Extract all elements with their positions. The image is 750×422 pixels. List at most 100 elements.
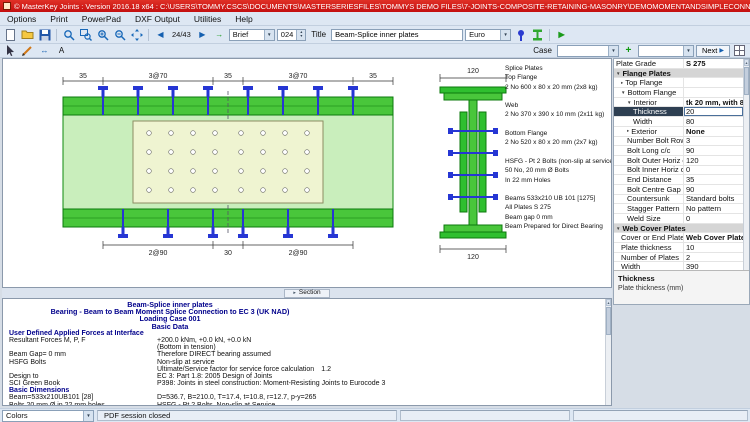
property-row-width[interactable]: Width 80 xyxy=(614,117,743,127)
add-case-icon[interactable]: + xyxy=(621,44,636,57)
property-value[interactable]: No pattern xyxy=(684,204,743,213)
currency-combo[interactable]: Euro ▼ xyxy=(465,28,512,41)
zoom-window-icon[interactable] xyxy=(78,28,93,41)
scroll-thumb[interactable] xyxy=(606,307,611,335)
property-row-thickness-selected[interactable]: Thickness 20 xyxy=(614,107,743,118)
property-value[interactable]: 120 xyxy=(684,156,743,165)
view-splitter[interactable]: ▸ Section xyxy=(2,288,612,298)
section-view-button[interactable]: ▸ Section xyxy=(284,288,330,298)
play-icon[interactable]: ▶ xyxy=(554,28,569,41)
property-value[interactable]: Web Cover Plates xyxy=(684,233,743,242)
property-row-countersunk[interactable]: Countersunk Standard bolts xyxy=(614,194,743,205)
case-list-combo[interactable]: ▼ xyxy=(637,44,694,57)
pan-icon[interactable] xyxy=(129,28,144,41)
property-value[interactable]: Standard bolts xyxy=(684,195,743,204)
property-value[interactable]: 2 xyxy=(684,253,743,262)
page-number-spinner[interactable]: 024 ▲ ▼ xyxy=(276,28,307,41)
report-scrollbar[interactable]: ▲ xyxy=(605,299,611,405)
property-row-top-flange[interactable]: ▸ Top Flange xyxy=(614,78,743,89)
dropdown-arrow-icon[interactable]: ▼ xyxy=(682,45,693,56)
property-value[interactable]: 35 xyxy=(684,175,743,184)
menu-utilities[interactable]: Utilities xyxy=(187,12,228,25)
joint-title-input[interactable] xyxy=(331,28,464,41)
property-row-weld-size[interactable]: Weld Size 0 xyxy=(614,214,743,224)
bolt-icon[interactable] xyxy=(513,28,528,41)
zoom-in-icon[interactable] xyxy=(95,28,110,41)
panel-grid-icon[interactable] xyxy=(732,44,747,57)
chevron-down-icon[interactable]: ▼ xyxy=(616,71,620,76)
zoom-out-icon[interactable] xyxy=(112,28,127,41)
dropdown-arrow-icon[interactable]: ▼ xyxy=(500,29,511,40)
property-value[interactable]: 390 xyxy=(684,262,743,270)
property-value[interactable]: 90 xyxy=(684,185,743,194)
pen-tool-icon[interactable] xyxy=(20,44,35,57)
dropdown-arrow-icon[interactable]: ▼ xyxy=(263,29,274,40)
colors-combo[interactable]: Colors ▼ xyxy=(2,409,94,422)
property-row-bottom-flange[interactable]: ▼ Bottom Flange xyxy=(614,88,743,98)
property-row-number-of-plates[interactable]: Number of Plates 2 xyxy=(614,252,743,263)
property-value[interactable]: S 275 xyxy=(684,59,743,68)
property-value[interactable]: 0 xyxy=(684,166,743,175)
scroll-up-icon[interactable]: ▲ xyxy=(606,299,611,306)
property-value[interactable]: 0 xyxy=(684,214,743,223)
property-row-bolt-centre-gap[interactable]: Bolt Centre Gap 90 xyxy=(614,184,743,195)
property-row-interior[interactable]: ▼Interior tk 20 mm, with 80 mm xyxy=(614,97,743,108)
dimension-tool-icon[interactable]: ↔ xyxy=(37,44,52,57)
property-row-plate-thickness[interactable]: Plate thickness 10 xyxy=(614,243,743,253)
next-button[interactable]: Next ▶ xyxy=(695,44,730,57)
menu-options[interactable]: Options xyxy=(0,12,43,25)
property-group-flange-plates[interactable]: ▼ Flange Plates xyxy=(614,68,743,79)
case-combo[interactable]: ▼ xyxy=(556,44,619,57)
zoom-extents-icon[interactable] xyxy=(61,28,76,41)
drawing-canvas[interactable]: 35 3@70 35 3@70 35 2@90 30 2@90 120 120 … xyxy=(2,58,612,288)
property-row-web-width[interactable]: Width 390 xyxy=(614,262,743,270)
property-label: End Distance xyxy=(627,175,672,184)
open-file-icon[interactable] xyxy=(20,28,35,41)
scroll-up-icon[interactable]: ▲ xyxy=(744,59,749,66)
property-value[interactable] xyxy=(684,78,743,87)
property-value[interactable]: 10 xyxy=(684,243,743,252)
property-value[interactable] xyxy=(684,88,743,97)
property-value[interactable]: tk 20 mm, with 80 mm xyxy=(684,98,743,107)
new-file-icon[interactable] xyxy=(3,28,18,41)
property-row-stagger-pattern[interactable]: Stagger Pattern No pattern xyxy=(614,204,743,214)
chevron-down-icon[interactable]: ▼ xyxy=(616,226,620,231)
report-panel: Beam-Splice inner plates Bearing - Beam … xyxy=(2,298,612,406)
property-row-bolt-outer-horiz-cc[interactable]: Bolt Outer Horiz c/c 120 xyxy=(614,155,743,166)
property-row-end-distance[interactable]: End Distance 35 xyxy=(614,175,743,185)
chevron-right-icon[interactable]: ▸ xyxy=(627,128,629,134)
property-value[interactable]: 3 xyxy=(684,137,743,146)
property-row-cover-or-end-plates[interactable]: Cover or End Plates Web Cover Plates xyxy=(614,233,743,244)
dropdown-arrow-icon[interactable]: ▼ xyxy=(607,45,618,56)
menu-print[interactable]: Print xyxy=(43,12,74,25)
property-row-number-bolt-rows[interactable]: Number Bolt Rows 3 xyxy=(614,136,743,147)
goto-joint-icon[interactable]: → xyxy=(212,28,227,41)
beam-section-icon[interactable] xyxy=(530,28,545,41)
property-value[interactable]: None xyxy=(684,127,743,136)
property-value[interactable]: 90 xyxy=(684,146,743,155)
chevron-right-icon[interactable]: ▸ xyxy=(621,80,623,86)
chevron-down-icon[interactable]: ▼ xyxy=(621,90,625,95)
menu-help[interactable]: Help xyxy=(228,12,259,25)
next-joint-icon[interactable]: ▶ xyxy=(195,28,210,41)
property-row-exterior[interactable]: ▸ Exterior None xyxy=(614,126,743,137)
property-row-bolt-inner-horiz-cc[interactable]: Bolt Inner Horiz c/c 0 xyxy=(614,165,743,176)
chevron-down-icon[interactable]: ▼ xyxy=(627,100,631,105)
scroll-thumb[interactable] xyxy=(744,67,749,95)
pointer-tool-icon[interactable] xyxy=(3,44,18,57)
menu-powerpad[interactable]: PowerPad xyxy=(75,12,128,25)
dropdown-arrow-icon[interactable]: ▼ xyxy=(83,410,93,421)
property-value-editor[interactable]: 20 xyxy=(684,107,743,117)
property-group-web-cover-plates[interactable]: ▼ Web Cover Plates xyxy=(614,223,743,234)
property-value[interactable]: 80 xyxy=(684,117,743,126)
property-panel-scrollbar[interactable]: ▲ xyxy=(743,59,749,270)
prev-joint-icon[interactable]: ◀ xyxy=(153,28,168,41)
text-tool-icon[interactable]: A xyxy=(54,44,69,57)
spin-down-icon[interactable]: ▼ xyxy=(300,34,303,39)
output-mode-combo[interactable]: Brief ▼ xyxy=(228,28,275,41)
property-label: Plate Grade xyxy=(614,59,684,68)
save-icon[interactable] xyxy=(37,28,52,41)
property-row-plate-grade[interactable]: Plate Grade S 275 xyxy=(614,59,743,69)
property-row-bolt-long-cc[interactable]: Bolt Long c/c 90 xyxy=(614,146,743,156)
menu-dxf-output[interactable]: DXF Output xyxy=(128,12,187,25)
